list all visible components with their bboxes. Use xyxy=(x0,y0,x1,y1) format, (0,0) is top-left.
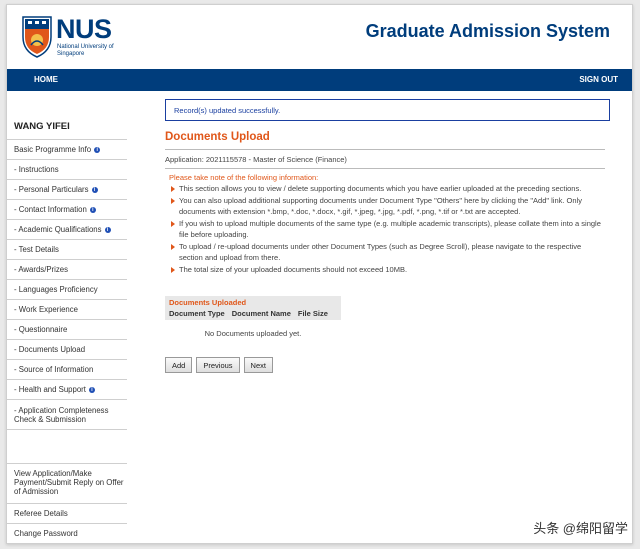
sidebar-item-academic-qualifications[interactable]: - Academic Qualifications i xyxy=(7,220,127,240)
sidebar-item-label: - Contact Information xyxy=(14,205,87,214)
home-link[interactable]: HOME xyxy=(34,75,58,84)
sidebar-item-label: - Source of Information xyxy=(14,365,94,374)
next-button[interactable]: Next xyxy=(243,357,273,373)
sidebar-item-view-application[interactable]: View Application/Make Payment/Submit Rep… xyxy=(7,464,127,504)
column-document-name: Document Name xyxy=(231,309,291,318)
sidebar-item-instructions[interactable]: - Instructions xyxy=(7,160,127,180)
sidebar-item-label: - Documents Upload xyxy=(14,345,86,354)
sidebar-item-label: - Work Experience xyxy=(14,305,78,314)
sidebar: WANG YIFEI Basic Programme Info i - Instr… xyxy=(7,91,127,545)
sidebar-item-documents-upload[interactable]: - Documents Upload xyxy=(7,340,127,360)
sidebar-item-label: - Languages Proficiency xyxy=(14,285,98,294)
sidebar-item-personal-particulars[interactable]: - Personal Particulars i xyxy=(7,180,127,200)
sidebar-nav: Basic Programme Info i - Instructions - P… xyxy=(7,139,127,430)
sidebar-item-label: - Questionnaire xyxy=(14,325,68,334)
info-icon[interactable]: i xyxy=(91,186,98,193)
column-file-size: File Size xyxy=(297,309,328,318)
note-item: You can also upload additional supportin… xyxy=(169,195,605,218)
sidebar-item-label: - Instructions xyxy=(14,165,59,174)
sidebar-item-label: - Test Details xyxy=(14,245,59,254)
sidebar-item-label: - Awards/Prizes xyxy=(14,265,69,274)
page-title: Documents Upload xyxy=(165,131,270,143)
note-item: To upload / re-upload documents under ot… xyxy=(169,241,605,264)
sidebar-item-label: View Application/Make Payment/Submit Rep… xyxy=(14,469,124,496)
sidebar-item-contact-information[interactable]: - Contact Information i xyxy=(7,200,127,220)
notes-heading: Please take note of the following inform… xyxy=(169,173,319,182)
application-info: Application: 2021115578 - Master of Scie… xyxy=(165,149,605,169)
note-item: If you wish to upload multiple documents… xyxy=(169,218,605,241)
sidebar-item-languages-proficiency[interactable]: - Languages Proficiency xyxy=(7,280,127,300)
sidebar-item-label: - Health and Support xyxy=(14,385,86,394)
sidebar-item-basic-programme-info[interactable]: Basic Programme Info i xyxy=(7,140,127,160)
info-icon[interactable]: i xyxy=(88,386,95,393)
sidebar-item-questionnaire[interactable]: - Questionnaire xyxy=(7,320,127,340)
sign-out-link[interactable]: SIGN OUT xyxy=(579,75,618,84)
header: NUS National University of Singapore Gra… xyxy=(7,5,632,69)
column-document-type: Document Type xyxy=(169,309,225,318)
page-frame: NUS National University of Singapore Gra… xyxy=(6,4,633,544)
sidebar-item-health-and-support[interactable]: - Health and Support i xyxy=(7,380,127,400)
nus-logo[interactable]: NUS National University of Singapore xyxy=(21,15,121,63)
info-icon[interactable]: i xyxy=(94,146,101,153)
add-button[interactable]: Add xyxy=(165,357,193,373)
logo-text: NUS xyxy=(56,14,112,44)
info-icon[interactable]: i xyxy=(89,206,96,213)
documents-table: Documents Uploaded Document Type Documen… xyxy=(165,296,341,338)
action-buttons: Add Previous Next xyxy=(165,357,273,373)
sidebar-item-label: - Personal Particulars xyxy=(14,185,89,194)
sidebar-item-label: Basic Programme Info xyxy=(14,145,92,154)
system-title: Graduate Admission System xyxy=(365,21,610,41)
documents-empty-message: No Documents uploaded yet. xyxy=(204,329,302,338)
sidebar-item-completeness-check[interactable]: - Application Completeness Check & Submi… xyxy=(7,400,127,430)
sidebar-item-change-password[interactable]: Change Password xyxy=(7,524,127,544)
documents-table-title: Documents Uploaded xyxy=(169,298,247,307)
sidebar-item-label: - Academic Qualifications xyxy=(14,225,102,234)
sidebar-item-referee-details[interactable]: Referee Details xyxy=(7,504,127,524)
sidebar-item-work-experience[interactable]: - Work Experience xyxy=(7,300,127,320)
sidebar-item-awards-prizes[interactable]: - Awards/Prizes xyxy=(7,260,127,280)
info-icon[interactable]: i xyxy=(104,226,111,233)
sidebar-item-source-of-information[interactable]: - Source of Information xyxy=(7,360,127,380)
previous-button[interactable]: Previous xyxy=(196,357,240,373)
watermark: 头条 @绵阳留学 xyxy=(533,521,628,536)
documents-table-header: Documents Uploaded Document Type Documen… xyxy=(165,296,341,320)
logo-subtitle: National University of Singapore xyxy=(57,44,114,57)
notes-list: This section allows you to view / delete… xyxy=(169,183,605,275)
sidebar-item-label: Referee Details xyxy=(14,509,68,518)
sidebar-secondary-nav: View Application/Make Payment/Submit Rep… xyxy=(7,463,127,544)
nus-crest-icon xyxy=(22,16,52,58)
user-name: WANG YIFEI xyxy=(14,121,70,132)
note-item: This section allows you to view / delete… xyxy=(169,183,605,195)
sidebar-item-label: Change Password xyxy=(14,529,78,538)
documents-table-columns: Document Type Document Name File Size xyxy=(169,307,337,320)
note-item: The total size of your uploaded document… xyxy=(169,264,605,276)
sidebar-item-test-details[interactable]: - Test Details xyxy=(7,240,127,260)
sidebar-item-label: - Application Completeness Check & Submi… xyxy=(14,405,109,424)
top-nav-bar: HOME SIGN OUT xyxy=(7,69,632,91)
success-message: Record(s) updated successfully. xyxy=(165,99,610,121)
